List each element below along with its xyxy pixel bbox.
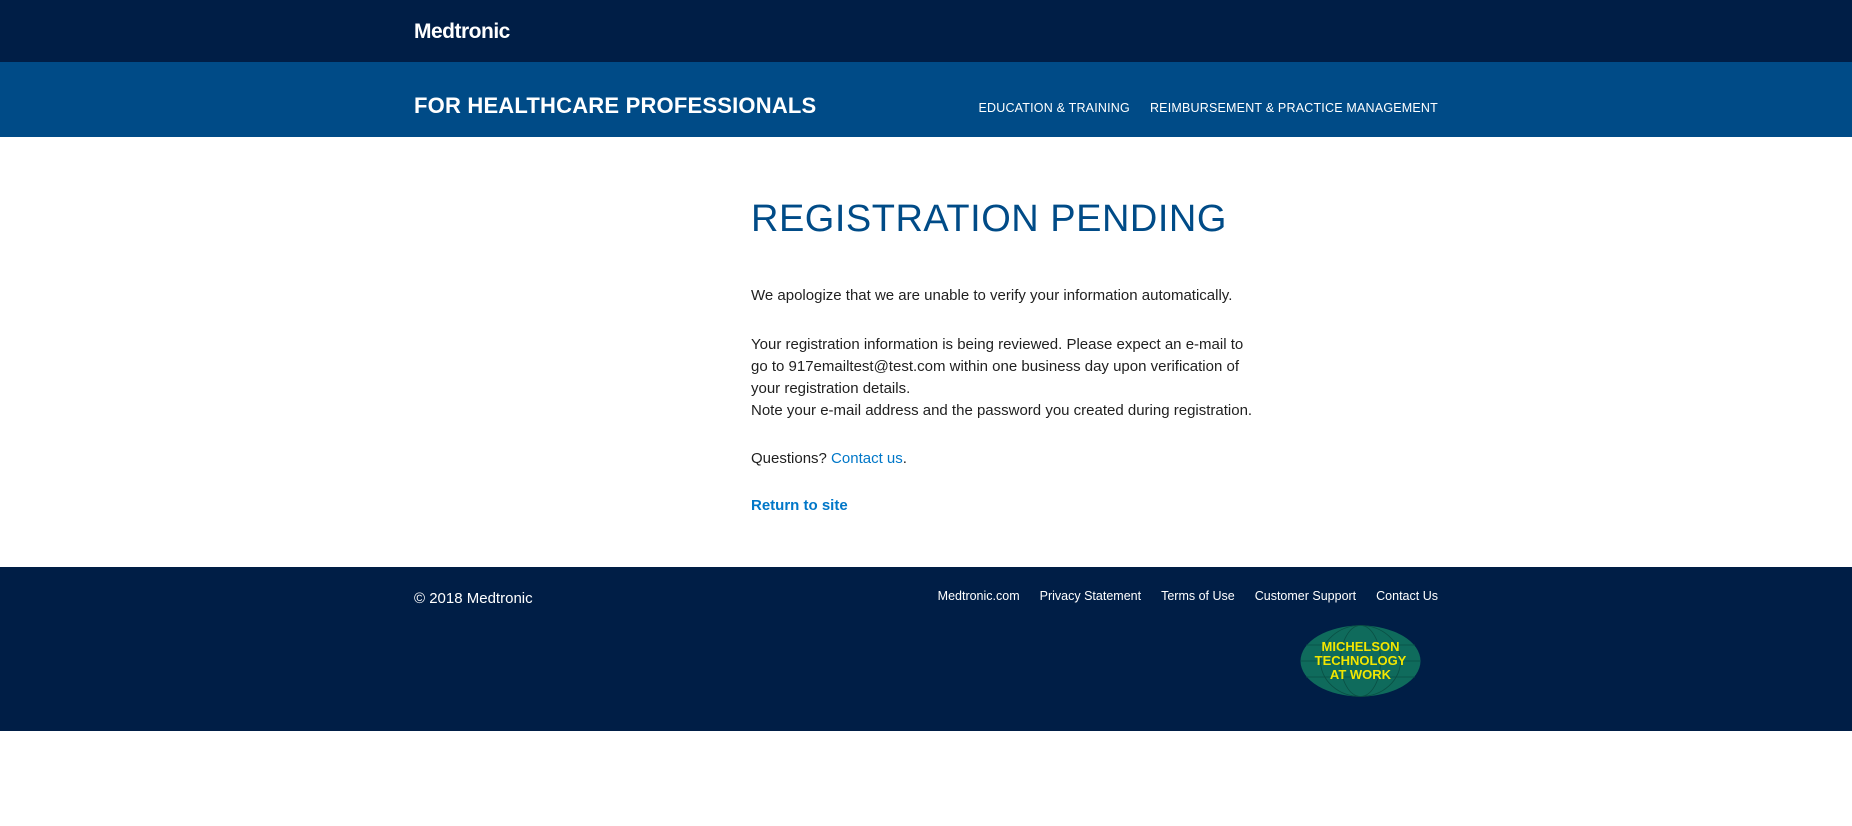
return-to-site-link[interactable]: Return to site xyxy=(751,497,848,514)
section-header: FOR HEALTHCARE PROFESSIONALS EDUCATION &… xyxy=(0,62,1852,137)
page-title: REGISTRATION PENDING xyxy=(751,198,1227,240)
footer-link-privacy[interactable]: Privacy Statement xyxy=(1040,589,1141,603)
badge-line-3: AT WORK xyxy=(1330,667,1392,682)
footer-link-terms[interactable]: Terms of Use xyxy=(1161,589,1235,603)
medtronic-logo[interactable]: Medtronic xyxy=(414,20,510,44)
contact-us-link[interactable]: Contact us xyxy=(831,450,903,467)
main-nav: EDUCATION & TRAINING REIMBURSEMENT & PRA… xyxy=(978,101,1438,115)
footer: © 2018 Medtronic Medtronic.com Privacy S… xyxy=(0,567,1852,731)
questions-prefix: Questions? xyxy=(751,450,832,467)
badge-line-1: MICHELSON xyxy=(1322,639,1400,654)
apology-text: We apologize that we are unable to verif… xyxy=(751,287,1233,304)
footer-link-medtronic[interactable]: Medtronic.com xyxy=(938,589,1020,603)
section-title[interactable]: FOR HEALTHCARE PROFESSIONALS xyxy=(414,93,816,119)
questions-text: Questions? Contact us. xyxy=(751,448,1271,470)
footer-link-contact[interactable]: Contact Us xyxy=(1376,589,1438,603)
review-line-1: Your registration information is being r… xyxy=(751,336,1244,397)
footer-nav: Medtronic.com Privacy Statement Terms of… xyxy=(938,589,1438,603)
top-bar: Medtronic xyxy=(0,0,1852,62)
badge-line-2: TECHNOLOGY xyxy=(1315,653,1407,668)
nav-education-training[interactable]: EDUCATION & TRAINING xyxy=(978,101,1129,115)
main-content: REGISTRATION PENDING We apologize that w… xyxy=(751,195,1271,515)
review-text: Your registration information is being r… xyxy=(751,334,1261,422)
footer-link-support[interactable]: Customer Support xyxy=(1255,589,1356,603)
nav-reimbursement[interactable]: REIMBURSEMENT & PRACTICE MANAGEMENT xyxy=(1150,101,1438,115)
michelson-badge[interactable]: MICHELSON TECHNOLOGY AT WORK xyxy=(1300,625,1421,697)
questions-suffix: . xyxy=(902,450,907,467)
review-line-2: Note your e-mail address and the passwor… xyxy=(751,402,1253,419)
copyright: © 2018 Medtronic xyxy=(414,590,533,607)
